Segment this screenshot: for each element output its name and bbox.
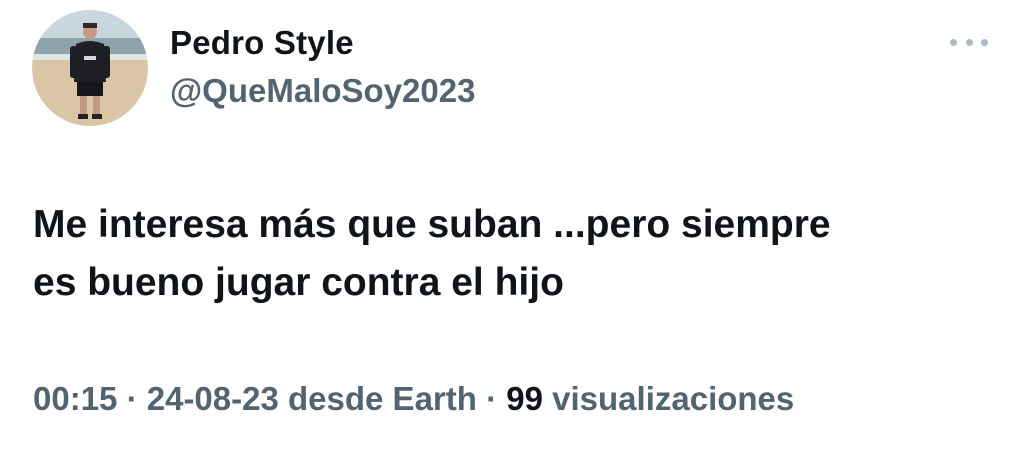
tweet-text-line: Me interesa más que suban ...pero siempr… (33, 203, 831, 246)
more-options-button[interactable] (944, 28, 994, 56)
meta-separator: · (117, 380, 147, 417)
tweet-text-line: es bueno jugar contra el hijo (33, 261, 564, 304)
more-horizontal-icon (965, 38, 973, 46)
profile-photo (32, 10, 148, 126)
views-label[interactable]: visualizaciones (543, 380, 794, 417)
tweet-text: Me interesa más que suban ...pero siempr… (33, 196, 993, 312)
tweet-time[interactable]: 00:15 (33, 380, 117, 417)
tweet-date[interactable]: 24-08-23 (147, 380, 279, 417)
avatar[interactable] (32, 10, 148, 126)
more-horizontal-icon (950, 38, 957, 46)
views-count[interactable]: 99 (506, 380, 543, 417)
tweet-meta: 00:15 · 24-08-23 desde Earth · 99 visual… (33, 380, 794, 418)
tweet-source: desde Earth (278, 380, 477, 417)
author-handle[interactable]: @QueMaloSoy2023 (170, 72, 475, 110)
more-horizontal-icon (981, 38, 988, 46)
meta-separator: · (476, 380, 507, 417)
tweet-card: Pedro Style @QueMaloSoy2023 Me interesa … (0, 0, 1024, 452)
author-name[interactable]: Pedro Style (170, 24, 354, 62)
